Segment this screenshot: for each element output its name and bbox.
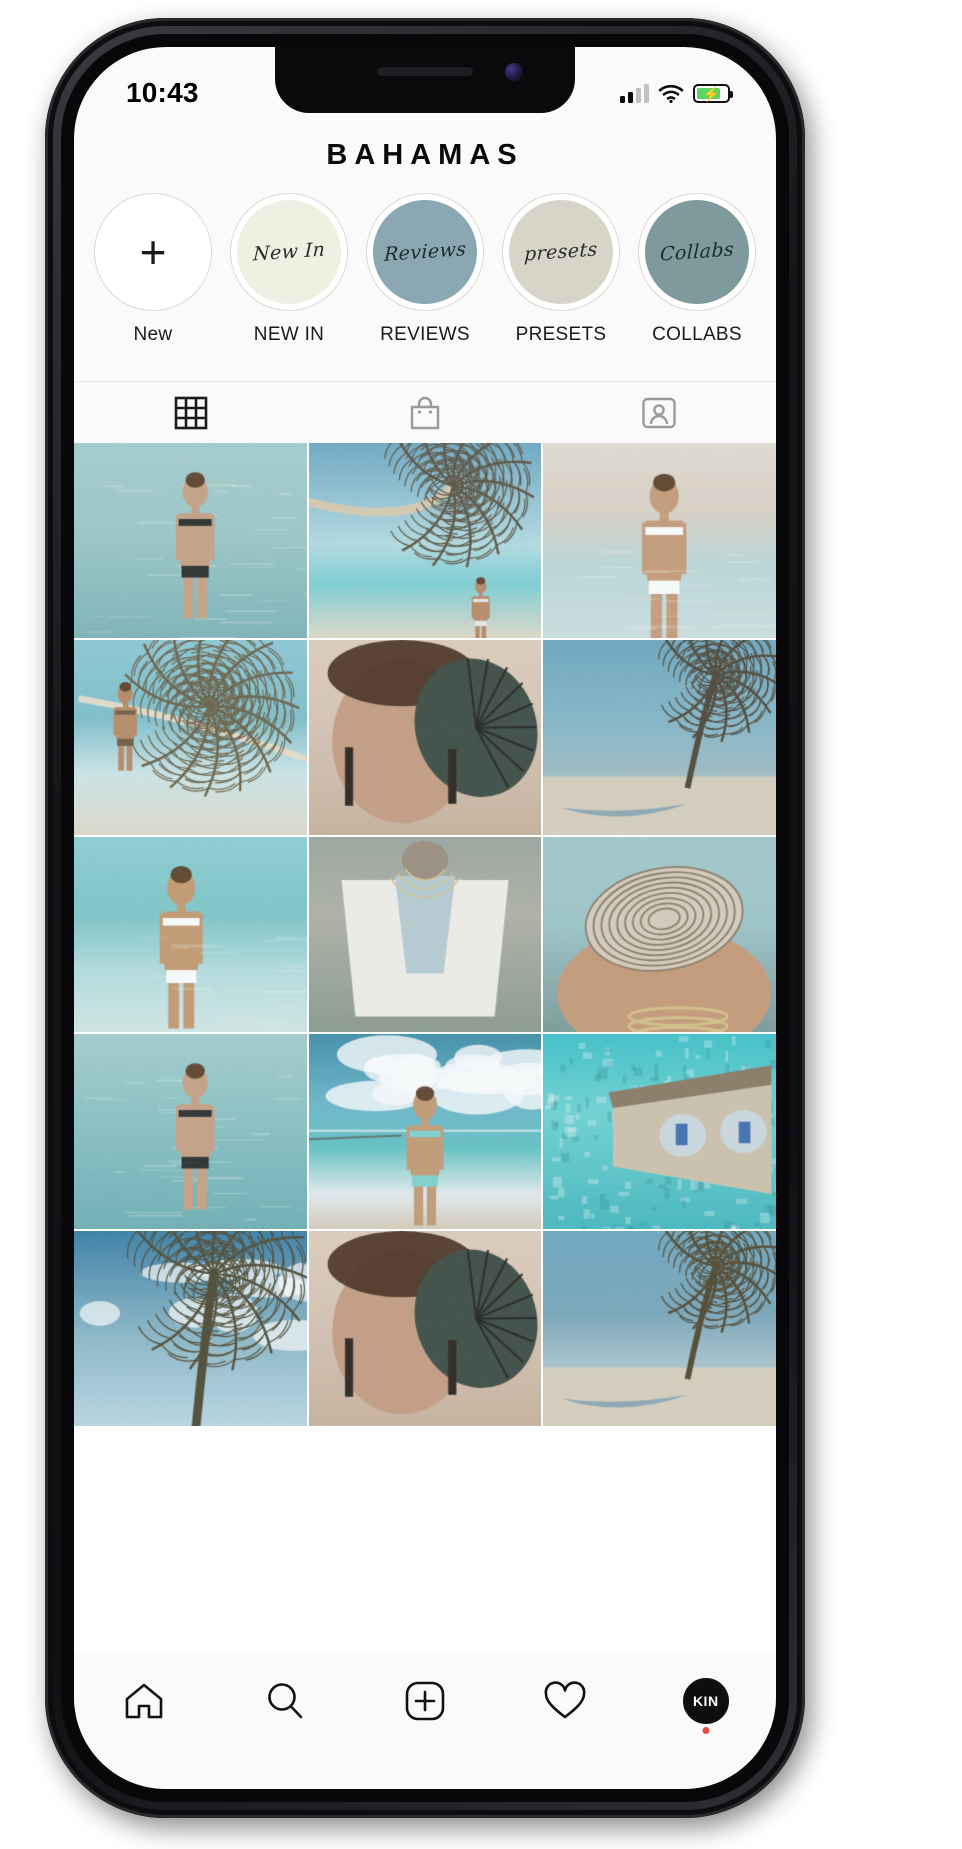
highlight-cover-text: New In xyxy=(253,238,326,265)
grid-post-image xyxy=(309,640,542,835)
highlight-ring: New In xyxy=(230,193,348,311)
grid-post-image xyxy=(543,640,776,835)
grid-post[interactable] xyxy=(309,1034,542,1229)
grid-post-image xyxy=(74,443,307,638)
highlight-cover-presets: presets xyxy=(509,200,613,304)
grid-post-image xyxy=(74,1231,307,1426)
nav-home[interactable] xyxy=(96,1671,192,1731)
nav-profile[interactable]: KIN xyxy=(658,1671,754,1731)
grid-post[interactable] xyxy=(74,1231,307,1426)
highlight-ring: Reviews xyxy=(366,193,484,311)
search-icon xyxy=(264,1680,306,1722)
grid-post-image xyxy=(74,837,307,1032)
phone-screen: 10:43 ⚡ BAHAMAS + New New In NEW IN Revi… xyxy=(74,47,776,1789)
grid-post-image xyxy=(74,640,307,835)
avatar-label: KIN xyxy=(693,1693,719,1709)
story-highlights-row: + New New In NEW IN Reviews REVIEWS presets PRE… xyxy=(74,193,776,346)
grid-post[interactable] xyxy=(74,443,307,638)
shopping-bag-icon xyxy=(408,395,442,431)
highlight-ring: Collabs xyxy=(638,193,756,311)
grid-post[interactable] xyxy=(74,640,307,835)
grid-post[interactable] xyxy=(543,1034,776,1229)
grid-post[interactable] xyxy=(309,1231,542,1426)
heart-icon xyxy=(543,1681,587,1721)
grid-post[interactable] xyxy=(74,1034,307,1229)
earpiece-speaker xyxy=(377,67,473,76)
page-title: BAHAMAS xyxy=(74,139,776,172)
story-highlight-reviews[interactable]: Reviews REVIEWS xyxy=(360,193,490,346)
grid-post-image xyxy=(309,1034,542,1229)
highlight-cover-text: Reviews xyxy=(383,238,466,266)
plus-icon: + xyxy=(101,200,205,304)
grid-post[interactable] xyxy=(309,837,542,1032)
cellular-signal-icon xyxy=(620,83,649,103)
nav-search[interactable] xyxy=(237,1671,333,1731)
highlight-label: New xyxy=(134,324,173,346)
highlight-label: REVIEWS xyxy=(380,324,470,346)
grid-post-image xyxy=(309,837,542,1032)
highlight-cover-reviews: Reviews xyxy=(373,200,477,304)
plus-square-icon xyxy=(404,1680,446,1722)
nav-create[interactable] xyxy=(377,1671,473,1731)
grid-post[interactable] xyxy=(543,443,776,638)
grid-post[interactable] xyxy=(74,837,307,1032)
grid-post[interactable] xyxy=(309,640,542,835)
photo-grid xyxy=(74,443,776,1653)
front-camera-icon xyxy=(505,63,523,81)
phone-device-frame: 10:43 ⚡ BAHAMAS + New New In NEW IN Revi… xyxy=(45,18,805,1818)
story-highlight-new[interactable]: + New xyxy=(88,193,218,346)
grid-post-image xyxy=(309,1231,542,1426)
battery-charging-icon: ⚡ xyxy=(693,84,730,103)
tagged-photos-icon xyxy=(641,396,677,430)
avatar[interactable]: KIN xyxy=(683,1678,729,1724)
plus-icon: + xyxy=(140,229,167,275)
story-highlight-presets[interactable]: presets PRESETS xyxy=(496,193,626,346)
highlight-label: COLLABS xyxy=(652,324,742,346)
notification-dot xyxy=(702,1727,709,1734)
highlight-ring: + xyxy=(94,193,212,311)
tab-grid[interactable] xyxy=(74,382,308,443)
nav-activity[interactable] xyxy=(517,1671,613,1731)
highlight-cover-text: Collabs xyxy=(660,238,735,265)
grid-post[interactable] xyxy=(543,837,776,1032)
grid-post-image xyxy=(543,837,776,1032)
grid-icon xyxy=(174,396,208,430)
profile-tab-strip xyxy=(74,381,776,443)
tab-shop[interactable] xyxy=(308,382,542,443)
grid-post-image xyxy=(74,1034,307,1229)
tab-tagged[interactable] xyxy=(542,382,776,443)
home-icon xyxy=(123,1681,165,1721)
grid-post-image xyxy=(543,443,776,638)
status-icons: ⚡ xyxy=(620,83,730,103)
highlight-label: PRESETS xyxy=(516,324,607,346)
wifi-icon xyxy=(658,83,684,103)
highlight-ring: presets xyxy=(502,193,620,311)
bottom-navigation-bar: KIN xyxy=(74,1653,776,1789)
grid-post-image xyxy=(309,443,542,638)
grid-post[interactable] xyxy=(543,640,776,835)
status-time: 10:43 xyxy=(126,77,199,109)
highlight-cover-collabs: Collabs xyxy=(645,200,749,304)
grid-post[interactable] xyxy=(309,443,542,638)
grid-post-image xyxy=(543,1034,776,1229)
grid-post[interactable] xyxy=(543,1231,776,1426)
story-highlight-collabs[interactable]: Collabs COLLABS xyxy=(632,193,762,346)
story-highlight-new-in[interactable]: New In NEW IN xyxy=(224,193,354,346)
highlight-cover-text: presets xyxy=(524,238,598,265)
highlight-label: NEW IN xyxy=(254,324,324,346)
notch xyxy=(275,47,575,113)
grid-post-image xyxy=(543,1231,776,1426)
highlight-cover-new-in: New In xyxy=(237,200,341,304)
